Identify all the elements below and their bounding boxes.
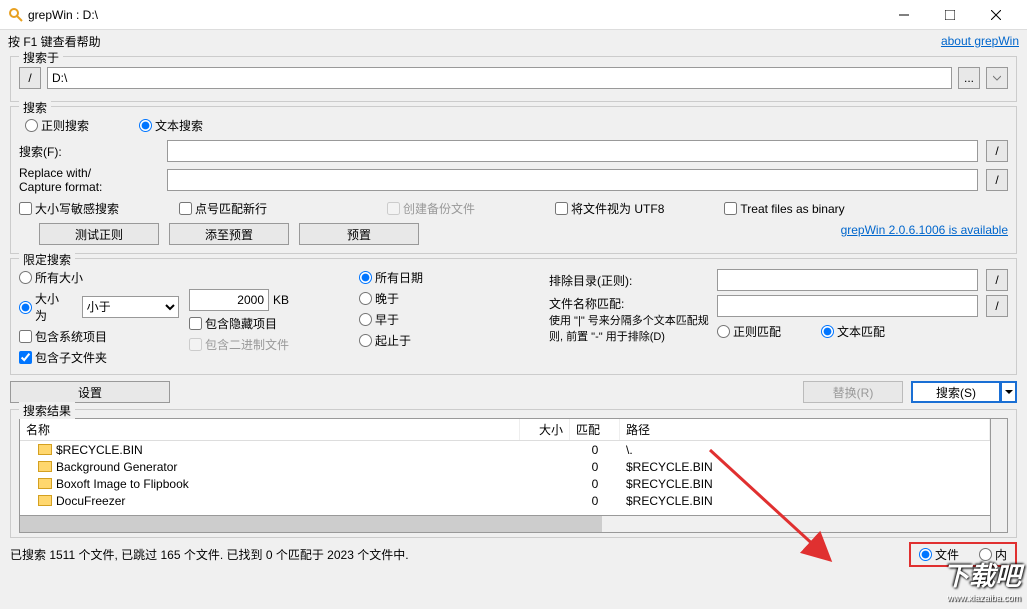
- results-legend: 搜索结果: [19, 402, 75, 419]
- watermark: 下载吧 www.xiazaiba.com: [943, 556, 1021, 603]
- regex-search-radio[interactable]: 正则搜索: [25, 117, 89, 134]
- earlier-than-radio[interactable]: 早于: [359, 311, 539, 328]
- horizontal-scrollbar[interactable]: [19, 516, 991, 533]
- size-value-input[interactable]: [189, 289, 269, 311]
- replace-button: 替换(R): [803, 381, 903, 403]
- status-bar: 已搜索 1511 个文件, 已跳过 165 个文件. 已找到 0 个匹配于 20…: [10, 542, 1017, 567]
- add-preset-button[interactable]: 添至预置: [169, 223, 289, 245]
- app-icon: [8, 7, 24, 23]
- filename-slash-button[interactable]: /: [986, 295, 1008, 317]
- text-search-radio[interactable]: 文本搜索: [139, 117, 203, 134]
- filename-match-label: 文件名称匹配:: [549, 295, 709, 312]
- status-text: 已搜索 1511 个文件, 已跳过 165 个文件. 已找到 0 个匹配于 20…: [10, 546, 409, 563]
- filename-hint: 使用 "|" 号来分隔多个文本匹配规则, 前置 "-" 用于排除(D): [549, 312, 709, 344]
- include-subfolders-check[interactable]: 包含子文件夹: [19, 349, 179, 366]
- close-button[interactable]: [973, 0, 1019, 30]
- case-sensitive-check[interactable]: 大小写敏感搜索: [19, 200, 119, 217]
- table-row[interactable]: $RECYCLE.BIN0\.: [20, 441, 990, 458]
- filename-match-input[interactable]: [717, 295, 978, 317]
- create-backup-check: 创建备份文件: [387, 200, 475, 217]
- search-slash-button[interactable]: /: [986, 140, 1008, 162]
- results-table[interactable]: 名称 大小 匹配 路径 $RECYCLE.BIN0\.Background Ge…: [19, 418, 991, 516]
- search-for-label: 搜索(F):: [19, 143, 159, 160]
- include-hidden-check[interactable]: 包含隐藏项目: [189, 315, 349, 332]
- folder-icon: [38, 461, 52, 472]
- treat-utf8-check[interactable]: 将文件视为 UTF8: [555, 200, 664, 217]
- action-row: 设置 替换(R) 搜索(S): [10, 381, 1017, 403]
- search-dropdown-button[interactable]: [1001, 381, 1017, 403]
- help-row: 按 F1 键查看帮助 about grepWin: [0, 30, 1027, 52]
- table-row[interactable]: DocuFreezer0$RECYCLE.BIN: [20, 492, 990, 509]
- exclude-dirs-label: 排除目录(正则):: [549, 272, 709, 289]
- all-dates-radio[interactable]: 所有日期: [359, 269, 539, 286]
- table-row[interactable]: Background Generator0$RECYCLE.BIN: [20, 458, 990, 475]
- col-size[interactable]: 大小: [520, 419, 570, 440]
- update-link[interactable]: grepWin 2.0.6.1006 is available: [841, 223, 1008, 245]
- table-row[interactable]: Boxoft Image to Flipbook0$RECYCLE.BIN: [20, 475, 990, 492]
- search-for-input[interactable]: [167, 140, 978, 162]
- window-title: grepWin : D:\: [28, 8, 881, 22]
- folder-icon: [38, 495, 52, 506]
- size-compare-select[interactable]: 小于: [82, 296, 179, 318]
- replace-slash-button[interactable]: /: [986, 169, 1008, 191]
- exclude-slash-button[interactable]: /: [986, 269, 1008, 291]
- search-button[interactable]: 搜索(S): [911, 381, 1001, 403]
- search-legend: 搜索: [19, 99, 51, 116]
- later-than-radio[interactable]: 晚于: [359, 290, 539, 307]
- path-dropdown-button[interactable]: [986, 67, 1008, 89]
- folder-icon: [38, 444, 52, 455]
- replace-with-input[interactable]: [167, 169, 978, 191]
- size-unit-label: KB: [273, 293, 289, 307]
- col-match[interactable]: 匹配: [570, 419, 620, 440]
- path-slash-button[interactable]: /: [19, 67, 41, 89]
- limit-legend: 限定搜索: [19, 251, 75, 268]
- browse-button[interactable]: ...: [958, 67, 980, 89]
- search-group: 搜索 正则搜索 文本搜索 搜索(F): / Replace with/ Capt…: [10, 106, 1017, 254]
- col-path[interactable]: 路径: [620, 419, 990, 440]
- results-group: 搜索结果 名称 大小 匹配 路径 $RECYCLE.BIN0\.Backgrou…: [10, 409, 1017, 538]
- search-in-legend: 搜索于: [19, 49, 63, 66]
- search-path-input[interactable]: [47, 67, 952, 89]
- treat-binary-check[interactable]: Treat files as binary: [724, 202, 844, 216]
- help-text: 按 F1 键查看帮助: [8, 33, 941, 50]
- replace-with-label: Replace with/ Capture format:: [19, 166, 159, 194]
- between-radio[interactable]: 起止于: [359, 332, 539, 349]
- dot-newline-check[interactable]: 点号匹配新行: [179, 200, 267, 217]
- table-header: 名称 大小 匹配 路径: [20, 419, 990, 441]
- limit-group: 限定搜索 所有大小 大小为 小于 包含系统项目 包含子文件夹 KB 包含隐藏项目…: [10, 258, 1017, 375]
- all-sizes-radio[interactable]: 所有大小: [19, 269, 179, 286]
- size-is-radio[interactable]: 大小为: [19, 290, 70, 324]
- maximize-button[interactable]: [927, 0, 973, 30]
- presets-button[interactable]: 预置: [299, 223, 419, 245]
- col-name[interactable]: 名称: [20, 419, 520, 440]
- minimize-button[interactable]: [881, 0, 927, 30]
- settings-button[interactable]: 设置: [10, 381, 170, 403]
- search-in-group: 搜索于 / ...: [10, 56, 1017, 102]
- about-link[interactable]: about grepWin: [941, 34, 1019, 48]
- regex-match-radio[interactable]: 正则匹配: [717, 323, 781, 340]
- exclude-dirs-input[interactable]: [717, 269, 978, 291]
- include-system-check[interactable]: 包含系统项目: [19, 328, 179, 345]
- titlebar: grepWin : D:\: [0, 0, 1027, 30]
- test-regex-button[interactable]: 测试正则: [39, 223, 159, 245]
- folder-icon: [38, 478, 52, 489]
- text-match-radio[interactable]: 文本匹配: [821, 323, 885, 340]
- vertical-scrollbar[interactable]: [991, 418, 1008, 533]
- include-binary-check: 包含二进制文件: [189, 336, 349, 353]
